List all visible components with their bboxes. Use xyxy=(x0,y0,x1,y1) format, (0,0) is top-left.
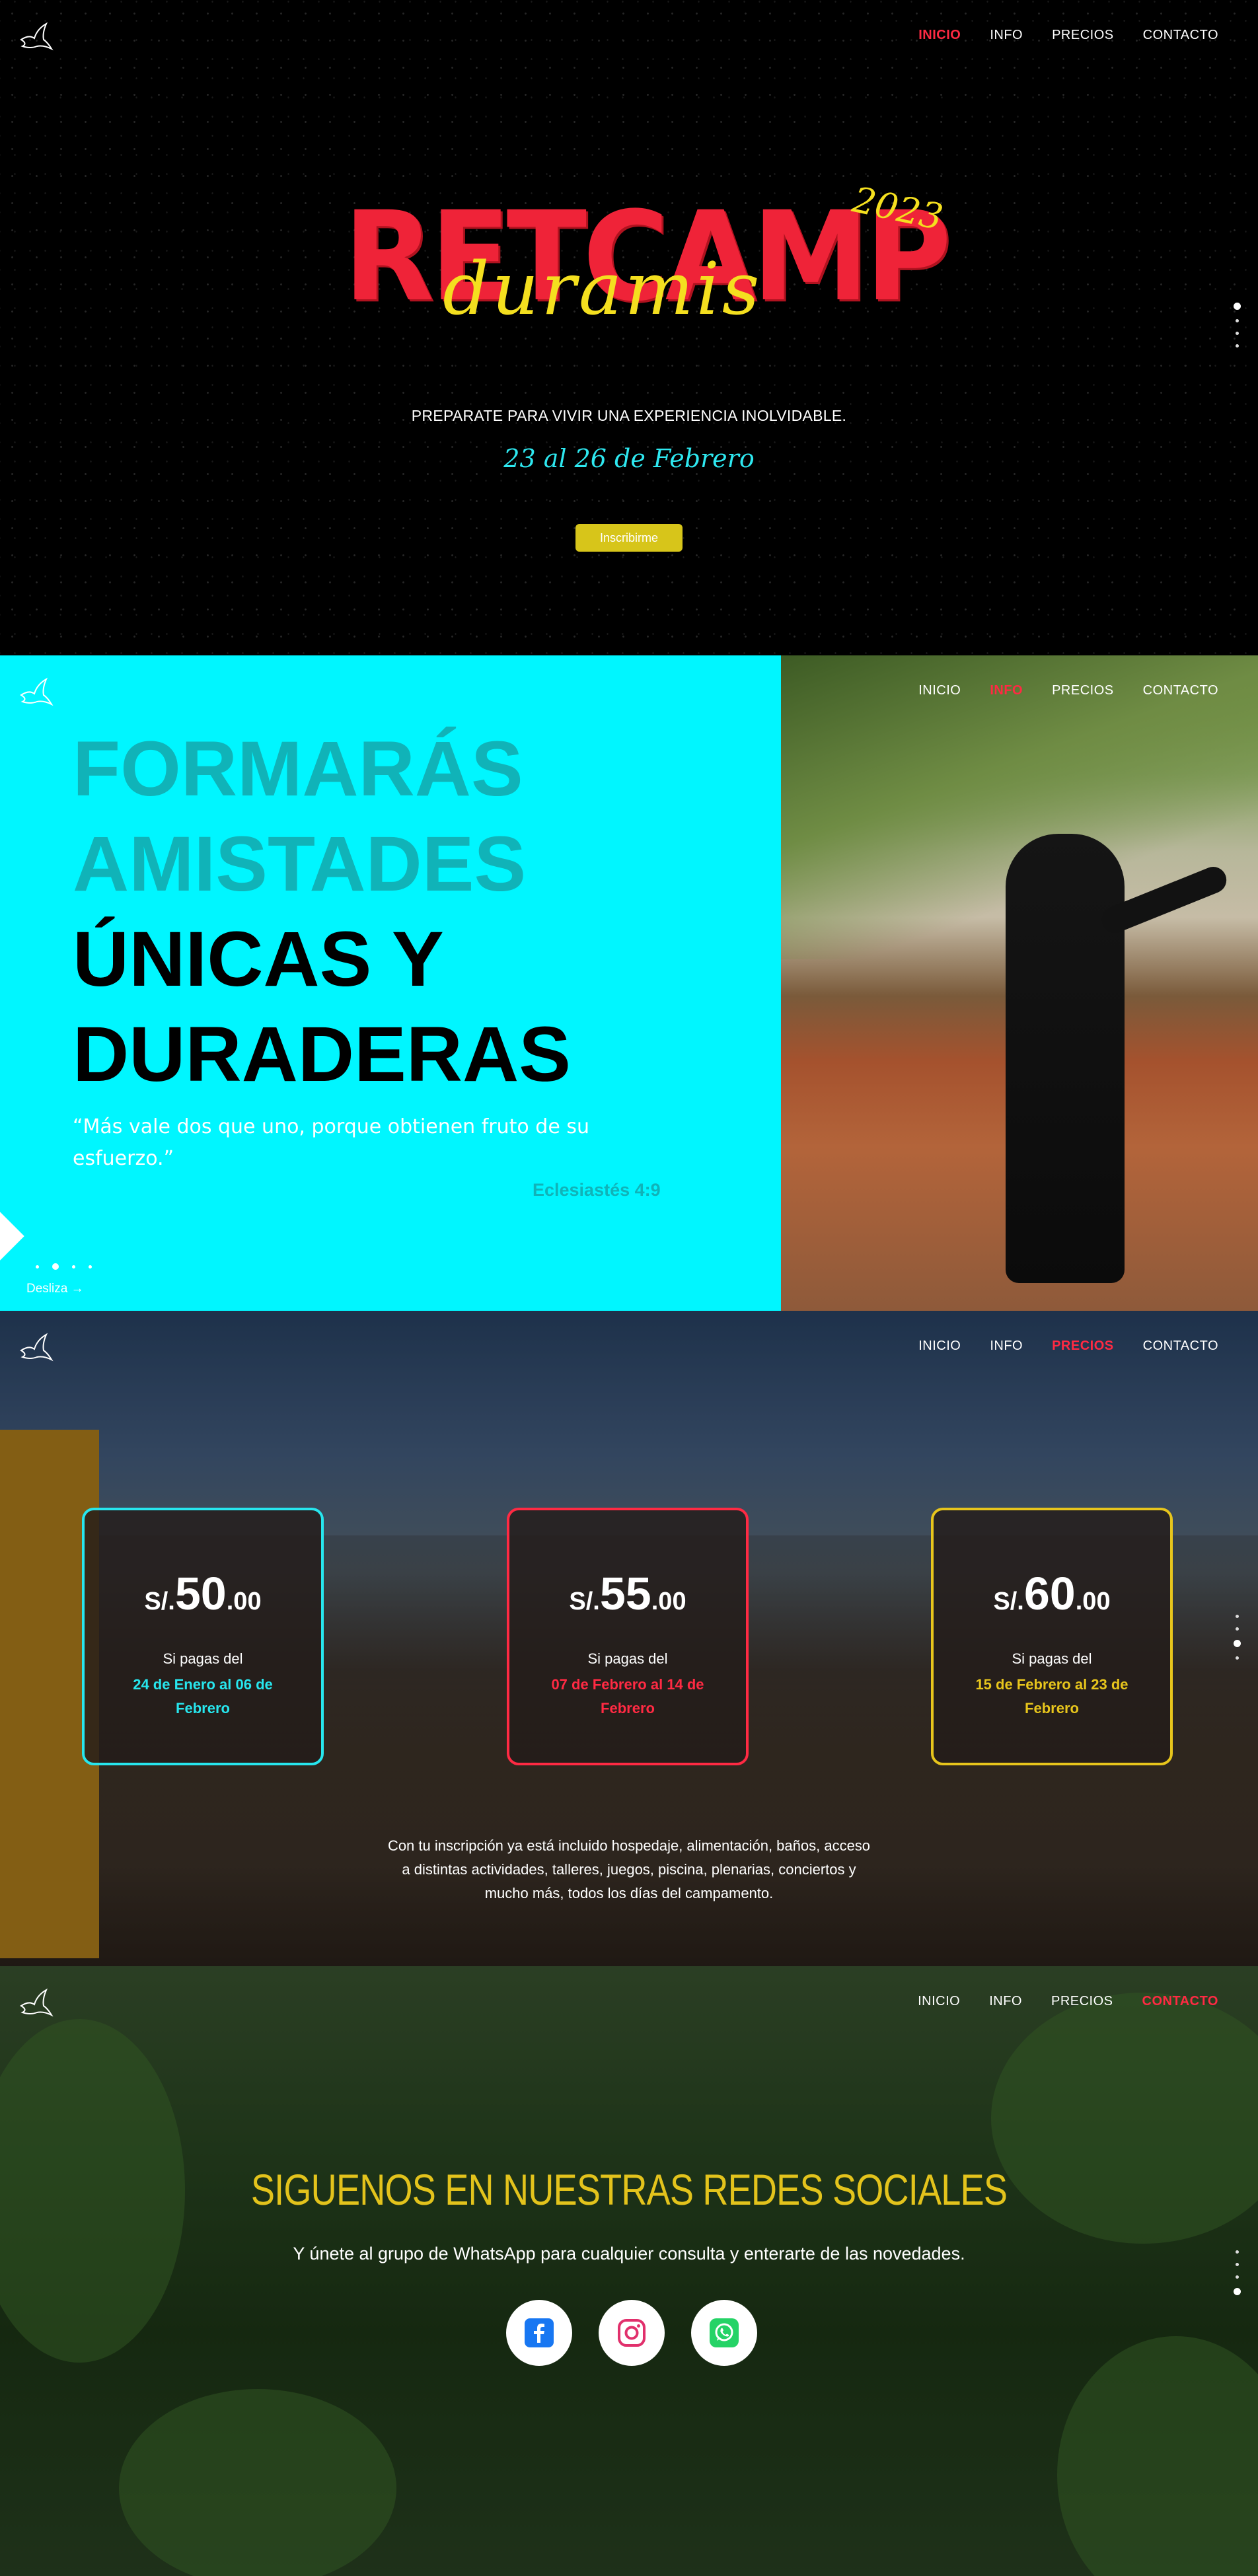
slide-pager xyxy=(36,1263,92,1270)
prev-slide-arrow-icon[interactable] xyxy=(0,1212,24,1261)
facebook-button[interactable] xyxy=(506,2300,572,2366)
slide-dot[interactable] xyxy=(52,1263,59,1270)
pager-dot[interactable] xyxy=(1236,1627,1239,1631)
pager-dot[interactable] xyxy=(1236,344,1239,348)
slide-dot[interactable] xyxy=(72,1265,75,1269)
nav-contacto[interactable]: CONTACTO xyxy=(1143,1339,1218,1354)
price-pay-label: Si pagas del xyxy=(587,1650,668,1667)
nav-contacto[interactable]: CONTACTO xyxy=(1143,28,1218,43)
nav-info[interactable]: INFO xyxy=(990,1339,1023,1354)
price-card: S/.55.00 Si pagas del 07 de Febrero al 1… xyxy=(507,1508,749,1765)
price-card: S/.60.00 Si pagas del 15 de Febrero al 2… xyxy=(931,1508,1173,1765)
whatsapp-button[interactable] xyxy=(691,2300,757,2366)
price-amount: S/.50.00 xyxy=(144,1568,262,1619)
nav-precios[interactable]: PRECIOS xyxy=(1051,1994,1113,2009)
hero-dates: 23 al 26 de Febrero xyxy=(503,444,755,473)
price-date-range: 24 de Enero al 06 de Febrero xyxy=(133,1676,273,1716)
nav-precios[interactable]: PRECIOS xyxy=(1052,28,1114,43)
event-title: RETCAMP duramis 2023 xyxy=(344,178,951,357)
price-card: S/.50.00 Si pagas del 24 de Enero al 06 … xyxy=(82,1508,324,1765)
pager-dot[interactable] xyxy=(1236,2250,1239,2254)
info-headline: FORMARÁS AMISTADES ÚNICAS Y DURADERAS xyxy=(73,721,571,1102)
price-pay-label: Si pagas del xyxy=(163,1650,243,1667)
dove-logo-icon[interactable] xyxy=(17,1986,54,2019)
main-nav: INICIO INFO PRECIOS CONTACTO xyxy=(918,28,1218,43)
social-subtitle: Y únete al grupo de WhatsApp para cualqu… xyxy=(293,2244,965,2263)
nav-precios[interactable]: PRECIOS xyxy=(1052,1339,1114,1354)
title-script: duramis xyxy=(443,246,762,331)
dove-logo-icon[interactable] xyxy=(17,675,54,708)
nav-inicio[interactable]: INICIO xyxy=(918,1994,960,2009)
price-date-range: 07 de Febrero al 14 de Febrero xyxy=(551,1676,704,1716)
price-amount: S/.55.00 xyxy=(569,1568,686,1619)
pager-dot[interactable] xyxy=(1236,332,1239,335)
slide-dot[interactable] xyxy=(89,1265,92,1269)
headline-line: DURADERAS xyxy=(73,1011,571,1098)
nav-contacto[interactable]: CONTACTO xyxy=(1143,683,1218,698)
headline-line: FORMARÁS xyxy=(73,725,523,813)
whatsapp-icon xyxy=(710,2318,739,2347)
price-amount: S/.60.00 xyxy=(993,1568,1111,1619)
section-pager xyxy=(1234,1615,1241,1660)
prices-section: INICIO INFO PRECIOS CONTACTO S/.50.00 Si… xyxy=(0,1311,1258,1966)
pager-dot[interactable] xyxy=(1234,303,1241,310)
headline-line: AMISTADES xyxy=(73,821,527,908)
price-date-range: 15 de Febrero al 23 de Febrero xyxy=(975,1676,1128,1716)
main-nav: INICIO INFO PRECIOS CONTACTO xyxy=(918,683,1218,698)
facebook-icon xyxy=(525,2318,554,2347)
main-nav: INICIO INFO PRECIOS CONTACTO xyxy=(918,1994,1218,2009)
nav-info[interactable]: INFO xyxy=(990,28,1023,43)
price-includes-note: Con tu inscripción ya está incluido hosp… xyxy=(387,1837,871,1901)
pager-dot[interactable] xyxy=(1236,2263,1239,2266)
info-section: INICIO INFO PRECIOS CONTACTO FORMARÁS AM… xyxy=(0,655,1258,1311)
dove-logo-icon[interactable] xyxy=(17,20,54,53)
pager-dot[interactable] xyxy=(1236,1615,1239,1618)
pager-dot[interactable] xyxy=(1236,2275,1239,2279)
quote-reference: Eclesiastés 4:9 xyxy=(533,1180,661,1200)
pager-dot[interactable] xyxy=(1234,2288,1241,2295)
nav-precios[interactable]: PRECIOS xyxy=(1052,683,1114,698)
nav-inicio[interactable]: INICIO xyxy=(918,683,961,698)
hero-section: INICIO INFO PRECIOS CONTACTO RETCAMP dur… xyxy=(0,0,1258,655)
nav-inicio[interactable]: INICIO xyxy=(918,28,961,43)
slide-dot[interactable] xyxy=(36,1265,39,1269)
pager-dot[interactable] xyxy=(1236,1656,1239,1660)
main-nav: INICIO INFO PRECIOS CONTACTO xyxy=(918,1339,1218,1354)
dove-logo-icon[interactable] xyxy=(17,1331,54,1364)
pager-dot[interactable] xyxy=(1234,1640,1241,1647)
social-title: SIGUENOS EN NUESTRAS REDES SOCIALES xyxy=(250,2165,1008,2214)
section-pager xyxy=(1234,2250,1241,2295)
headline-line: ÚNICAS Y xyxy=(73,916,444,1003)
swipe-hint[interactable]: Desliza → xyxy=(26,1282,84,1296)
nav-info[interactable]: INFO xyxy=(989,1994,1022,2009)
social-section: INICIO INFO PRECIOS CONTACTO SIGUENOS EN… xyxy=(0,1966,1258,2576)
price-pay-label: Si pagas del xyxy=(1012,1650,1092,1667)
section-pager xyxy=(1234,303,1241,348)
camp-photo xyxy=(781,655,1258,1311)
hero-tagline: PREPARATE PARA VIVIR UNA EXPERIENCIA INO… xyxy=(411,407,847,424)
nav-info[interactable]: INFO xyxy=(990,683,1023,698)
instagram-button[interactable] xyxy=(599,2300,665,2366)
pager-dot[interactable] xyxy=(1236,319,1239,322)
bible-quote: “Más vale dos que uno, porque obtienen f… xyxy=(73,1115,589,1170)
signup-button[interactable]: Inscribirme xyxy=(575,524,683,552)
nav-contacto[interactable]: CONTACTO xyxy=(1142,1994,1218,2009)
instagram-icon xyxy=(618,2319,646,2347)
nav-inicio[interactable]: INICIO xyxy=(918,1339,961,1354)
